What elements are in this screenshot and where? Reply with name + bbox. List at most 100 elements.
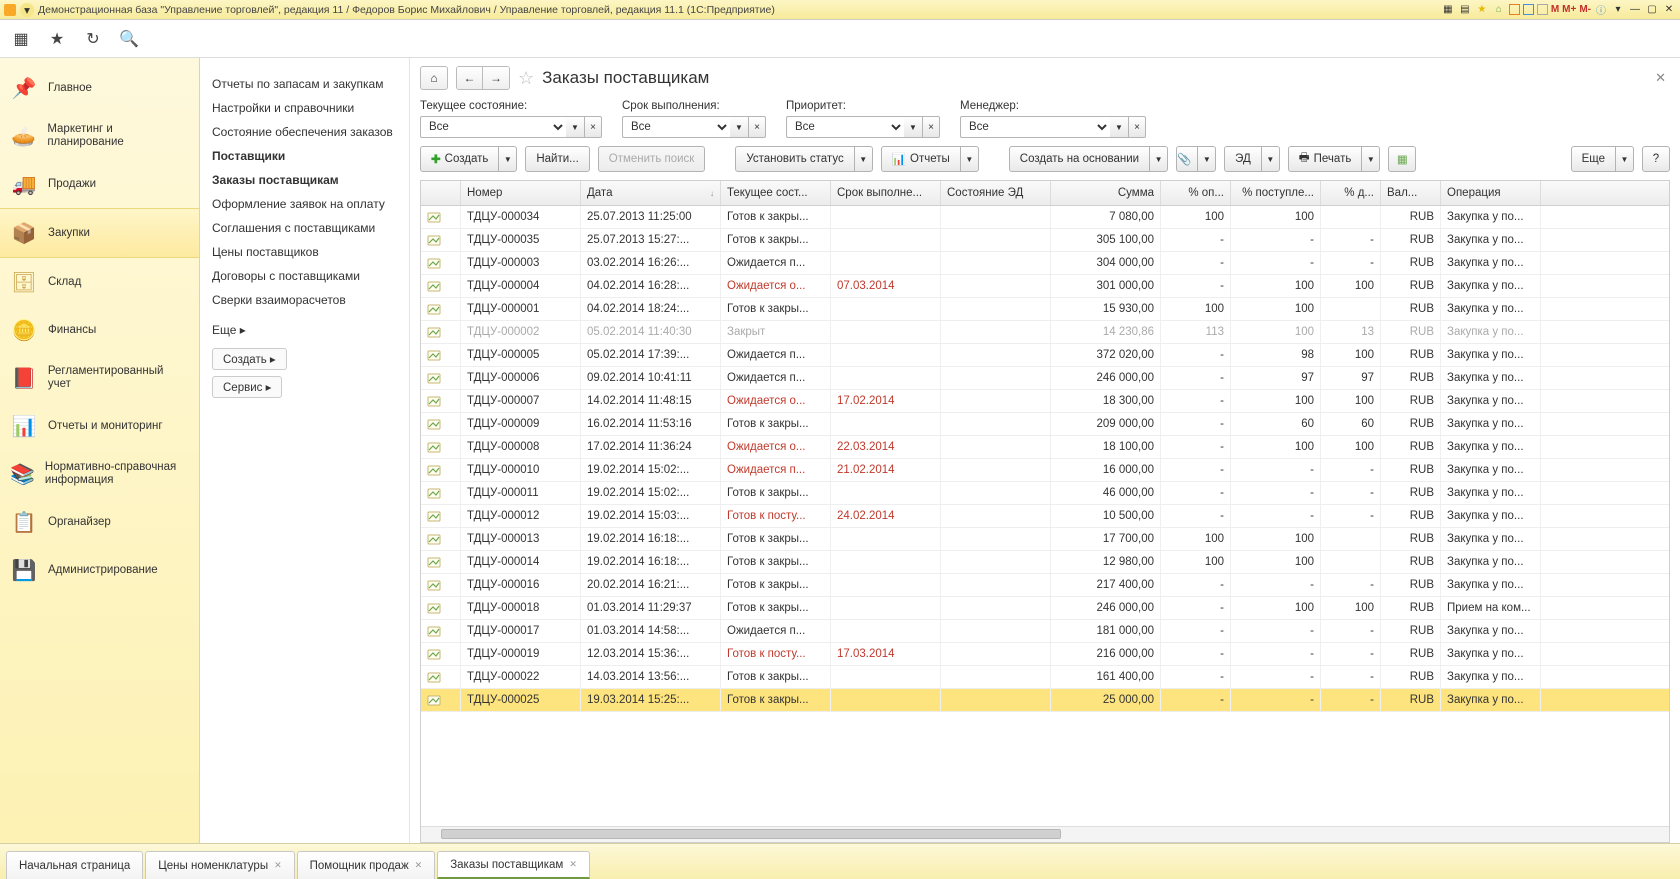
table-row[interactable]: ТДЦУ-00001419.02.2014 16:18:...Готов к з… xyxy=(421,551,1669,574)
page-star-icon[interactable]: ☆ xyxy=(518,68,534,89)
table-row[interactable]: ТДЦУ-00000303.02.2014 16:26:...Ожидается… xyxy=(421,252,1669,275)
sidebar-item-9[interactable]: 📋Органайзер xyxy=(0,498,199,546)
table-row[interactable]: ТДЦУ-00001620.02.2014 16:21:...Готов к з… xyxy=(421,574,1669,597)
table-body[interactable]: ТДЦУ-00003425.07.2013 11:25:00Готов к за… xyxy=(421,206,1669,826)
sidebar-item-5[interactable]: 🪙Финансы xyxy=(0,306,199,354)
m-plus-button[interactable]: M+ xyxy=(1562,4,1576,15)
column-header[interactable]: Дата↓ xyxy=(581,181,721,205)
square2-icon[interactable] xyxy=(1523,4,1534,15)
table-row[interactable]: ТДЦУ-00001019.02.2014 15:02:...Ожидается… xyxy=(421,459,1669,482)
home-button[interactable]: ⌂ xyxy=(420,66,448,90)
column-header[interactable] xyxy=(421,181,461,205)
attach-button[interactable]: 📎▼ xyxy=(1176,146,1216,172)
chevron-down-icon[interactable]: ▼ xyxy=(904,116,922,138)
maximize-icon[interactable]: ▢ xyxy=(1645,3,1659,17)
nav-back-button[interactable]: ← xyxy=(457,67,483,89)
chevron-down-icon[interactable]: ▼ xyxy=(730,116,748,138)
window-tab-3[interactable]: Заказы поставщикам✕ xyxy=(437,851,590,879)
table-row[interactable]: ТДЦУ-00000714.02.2014 11:48:15Ожидается … xyxy=(421,390,1669,413)
table-row[interactable]: ТДЦУ-00000404.02.2014 16:28:...Ожидается… xyxy=(421,275,1669,298)
favorite-icon[interactable]: ★ xyxy=(46,28,68,50)
subnav-service-button[interactable]: Сервис ▸ xyxy=(212,376,282,398)
square3-icon[interactable] xyxy=(1537,4,1548,15)
layout-icon[interactable]: ▤ xyxy=(1458,3,1472,17)
sidebar-item-1[interactable]: 🥧Маркетинг и планирование xyxy=(0,112,199,160)
reports-button[interactable]: 📊Отчеты▼ xyxy=(881,146,979,172)
filter-manager-select[interactable]: Все xyxy=(960,116,1110,138)
subnav-more[interactable]: Еще ▸ xyxy=(212,318,397,342)
minimize-icon[interactable]: — xyxy=(1628,3,1642,17)
tab-close-icon[interactable]: ✕ xyxy=(569,859,577,870)
table-row[interactable]: ТДЦУ-00001801.03.2014 11:29:37Готов к за… xyxy=(421,597,1669,620)
nav-forward-button[interactable]: → xyxy=(483,67,509,89)
column-header[interactable]: Номер xyxy=(461,181,581,205)
close-page-button[interactable]: ✕ xyxy=(1651,70,1670,86)
create-based-button[interactable]: Создать на основании▼ xyxy=(1009,146,1168,172)
table-row[interactable]: ТДЦУ-00000817.02.2014 11:36:24Ожидается … xyxy=(421,436,1669,459)
table-row[interactable]: ТДЦУ-00000916.02.2014 11:53:16Готов к за… xyxy=(421,413,1669,436)
subnav-link-5[interactable]: Оформление заявок на оплату xyxy=(212,192,397,216)
set-status-button[interactable]: Установить статус▼ xyxy=(735,146,872,172)
subnav-link-1[interactable]: Настройки и справочники xyxy=(212,96,397,120)
square-icon[interactable] xyxy=(1509,4,1520,15)
tab-close-icon[interactable]: ✕ xyxy=(274,860,282,871)
clear-filter-button[interactable]: × xyxy=(748,116,766,138)
sidebar-item-8[interactable]: 📚Нормативно-справочная информация xyxy=(0,450,199,498)
subnav-create-button[interactable]: Создать ▸ xyxy=(212,348,287,370)
column-header[interactable]: Операция xyxy=(1441,181,1541,205)
sidebar-item-6[interactable]: 📕Регламентированный учет xyxy=(0,354,199,402)
table-row[interactable]: ТДЦУ-00001701.03.2014 14:58:...Ожидается… xyxy=(421,620,1669,643)
table-row[interactable]: ТДЦУ-00002214.03.2014 13:56:...Готов к з… xyxy=(421,666,1669,689)
filter-priority-select[interactable]: Все xyxy=(786,116,904,138)
table-row[interactable]: ТДЦУ-00000205.02.2014 11:40:30Закрыт14 2… xyxy=(421,321,1669,344)
clear-filter-button[interactable]: × xyxy=(922,116,940,138)
column-header[interactable]: Состояние ЭД xyxy=(941,181,1051,205)
title-dropdown-icon[interactable]: ▾ xyxy=(20,3,34,17)
column-header[interactable]: Текущее сост... xyxy=(721,181,831,205)
table-row[interactable]: ТДЦУ-00000104.02.2014 18:24:...Готов к з… xyxy=(421,298,1669,321)
history-icon[interactable]: ↻ xyxy=(82,28,104,50)
sidebar-item-2[interactable]: 🚚Продажи xyxy=(0,160,199,208)
subnav-link-6[interactable]: Соглашения с поставщиками xyxy=(212,216,397,240)
column-header[interactable]: % д... xyxy=(1321,181,1381,205)
m-minus-button[interactable]: M- xyxy=(1579,4,1591,15)
column-header[interactable]: % поступле... xyxy=(1231,181,1321,205)
home-icon[interactable]: ⌂ xyxy=(1492,3,1506,17)
subnav-link-3[interactable]: Поставщики xyxy=(212,144,397,168)
sidebar-item-7[interactable]: 📊Отчеты и мониторинг xyxy=(0,402,199,450)
sidebar-item-4[interactable]: 🗄Склад xyxy=(0,258,199,306)
export-button[interactable]: ▦ xyxy=(1388,146,1416,172)
subnav-link-4[interactable]: Заказы поставщикам xyxy=(212,168,397,192)
chevron-down-icon[interactable]: ▼ xyxy=(1110,116,1128,138)
m-button[interactable]: M xyxy=(1551,4,1559,15)
table-row[interactable]: ТДЦУ-00001119.02.2014 15:02:...Готов к з… xyxy=(421,482,1669,505)
apps-icon[interactable]: ▦ xyxy=(10,28,32,50)
subnav-link-7[interactable]: Цены поставщиков xyxy=(212,240,397,264)
dropdown-icon[interactable]: ▾ xyxy=(1611,3,1625,17)
column-header[interactable]: % оп... xyxy=(1161,181,1231,205)
grid-icon[interactable]: ▦ xyxy=(1441,3,1455,17)
table-row[interactable]: ТДЦУ-00001319.02.2014 16:18:...Готов к з… xyxy=(421,528,1669,551)
more-button[interactable]: Еще▼ xyxy=(1571,146,1634,172)
window-tab-2[interactable]: Помощник продаж✕ xyxy=(297,851,436,879)
subnav-link-0[interactable]: Отчеты по запасам и закупкам xyxy=(212,72,397,96)
table-row[interactable]: ТДЦУ-00001912.03.2014 15:36:...Готов к п… xyxy=(421,643,1669,666)
table-row[interactable]: ТДЦУ-00003525.07.2013 15:27:...Готов к з… xyxy=(421,229,1669,252)
subnav-link-2[interactable]: Состояние обеспечения заказов xyxy=(212,120,397,144)
filter-deadline-select[interactable]: Все xyxy=(622,116,730,138)
help-button[interactable]: ? xyxy=(1642,146,1670,172)
column-header[interactable]: Сумма xyxy=(1051,181,1161,205)
window-tab-0[interactable]: Начальная страница xyxy=(6,851,143,879)
tab-close-icon[interactable]: ✕ xyxy=(415,860,423,871)
find-button[interactable]: Найти... xyxy=(525,146,589,172)
table-row[interactable]: ТДЦУ-00003425.07.2013 11:25:00Готов к за… xyxy=(421,206,1669,229)
sidebar-item-0[interactable]: 📌Главное xyxy=(0,64,199,112)
sidebar-item-3[interactable]: 📦Закупки xyxy=(0,208,199,258)
horizontal-scrollbar[interactable] xyxy=(421,826,1669,842)
filter-state-select[interactable]: Все xyxy=(420,116,566,138)
table-row[interactable]: ТДЦУ-00002519.03.2014 15:25:...Готов к з… xyxy=(421,689,1669,712)
star-icon[interactable]: ★ xyxy=(1475,3,1489,17)
print-button[interactable]: 🖶Печать▼ xyxy=(1288,146,1381,172)
column-header[interactable]: Срок выполне... xyxy=(831,181,941,205)
close-icon[interactable]: ✕ xyxy=(1662,3,1676,17)
